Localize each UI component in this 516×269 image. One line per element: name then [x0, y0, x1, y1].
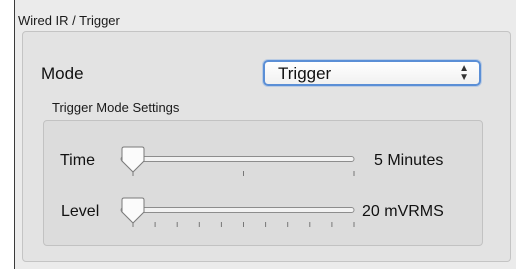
level-value: 20 mVRMS	[362, 203, 444, 220]
time-label: Time	[60, 152, 95, 169]
level-label: Level	[61, 203, 100, 220]
mode-select[interactable]: Trigger ▲ ▼	[263, 60, 481, 86]
up-down-arrows-icon: ▲ ▼	[459, 63, 469, 83]
group-title: Wired IR / Trigger	[18, 13, 120, 28]
slider-track	[120, 207, 355, 213]
mode-label: Mode	[41, 64, 84, 83]
mode-select-value: Trigger	[278, 64, 332, 83]
time-slider[interactable]	[112, 145, 362, 181]
trigger-mode-settings-title: Trigger Mode Settings	[52, 100, 180, 115]
level-slider[interactable]	[112, 196, 362, 232]
slider-track	[120, 156, 355, 162]
slider-thumb[interactable]	[121, 197, 145, 224]
time-value: 5 Minutes	[374, 152, 444, 169]
slider-thumb[interactable]	[121, 146, 145, 173]
